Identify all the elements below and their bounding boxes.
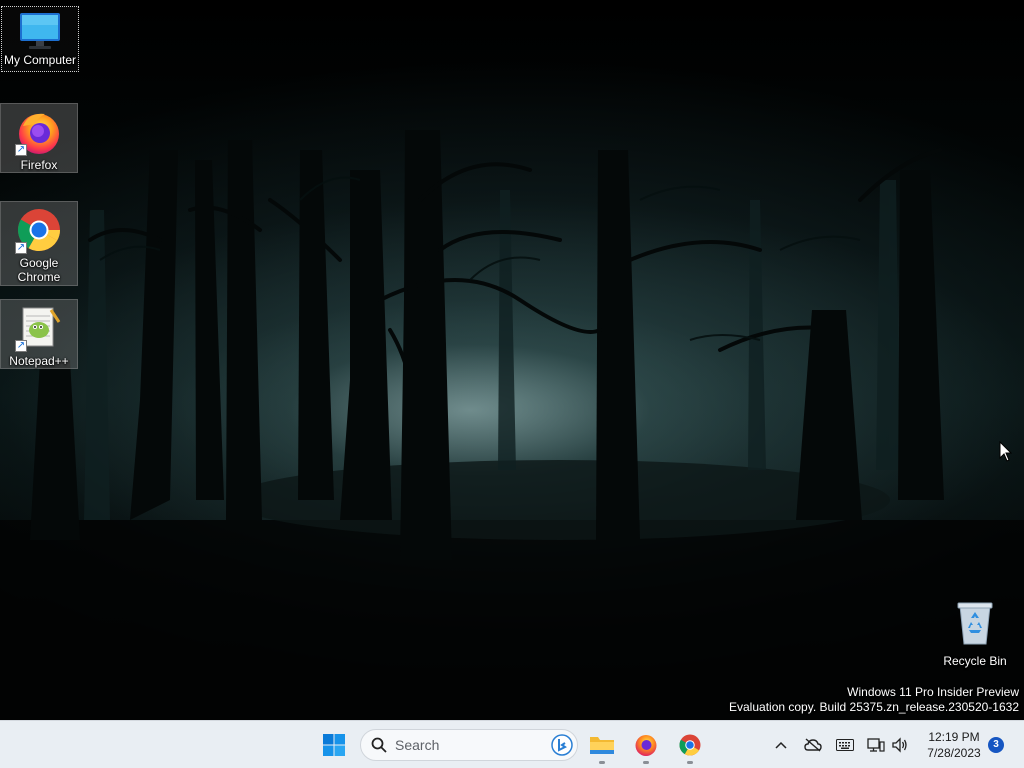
running-indicator [687,761,693,764]
network-icon [867,738,885,752]
chrome-icon: ↗ [15,206,63,254]
desktop-icon-recycle-bin[interactable]: Recycle Bin [936,594,1014,668]
desktop-icon-google-chrome[interactable]: ↗ Google Chrome [0,201,78,286]
network-button[interactable] [866,735,886,755]
forest-wallpaper-image [0,130,1024,720]
taskbar-firefox-button[interactable] [626,725,666,765]
show-hidden-icons-button[interactable] [771,735,791,755]
desktop-icon-notepad-plus-plus[interactable]: ↗ Notepad++ [0,299,78,369]
shortcut-arrow-icon: ↗ [15,340,27,352]
volume-icon [892,737,907,753]
notepad-plus-plus-icon: ↗ [15,304,63,352]
start-button[interactable] [314,725,354,765]
desktop-icon-label: Notepad++ [9,354,69,368]
taskbar-chrome-button[interactable] [670,725,710,765]
taskbar-clock[interactable]: 12:19 PM 7/28/2023 [918,729,990,761]
file-explorer-icon [590,737,614,754]
watermark-line-edition: Windows 11 Pro Insider Preview [847,685,1019,699]
windows-start-icon [323,734,345,756]
desktop-icon-label: Firefox [20,158,58,172]
chevron-up-icon [775,741,787,749]
volume-button[interactable] [890,735,910,755]
running-indicator [599,761,605,764]
keyboard-input-button[interactable] [835,735,855,755]
chrome-icon [679,734,701,756]
taskbar-file-explorer-button[interactable] [582,725,622,765]
desktop-icon-label: Recycle Bin [943,654,1007,668]
monitor-icon [17,11,63,51]
watermark-line-build: Evaluation copy. Build 25375.zn_release.… [729,700,1019,714]
clock-time: 12:19 PM [928,730,980,744]
desktop-icon-my-computer[interactable]: My Computer [1,6,79,72]
keyboard-icon [836,739,854,751]
taskbar-search-box[interactable]: Search [360,729,578,761]
windows-build-watermark: Windows 11 Pro Insider Preview Evaluatio… [729,685,1019,715]
desktop-icon-label: Google Chrome [17,256,61,284]
firefox-icon: ↗ [15,108,63,156]
shortcut-arrow-icon: ↗ [15,144,27,156]
notification-count-badge[interactable]: 3 [988,737,1004,753]
bing-icon[interactable] [551,734,573,756]
desktop-icon-label: My Computer [3,53,77,67]
onedrive-icon [804,738,822,752]
desktop-icon-firefox[interactable]: ↗ Firefox [0,103,78,173]
firefox-icon [635,735,657,756]
running-indicator [643,761,649,764]
onedrive-button[interactable] [803,735,823,755]
desktop-wallpaper: My Computer ↗ Firefox ↗ Google Chrome ↗ … [0,0,1024,720]
search-placeholder: Search [395,737,440,753]
taskbar: Search 12:19 PM 7/28/2023 3 [0,720,1024,768]
search-icon [371,737,387,753]
shortcut-arrow-icon: ↗ [15,242,27,254]
mouse-cursor-icon [999,441,1013,462]
recycle-bin-icon [951,598,999,646]
clock-date: 7/28/2023 [927,746,981,760]
